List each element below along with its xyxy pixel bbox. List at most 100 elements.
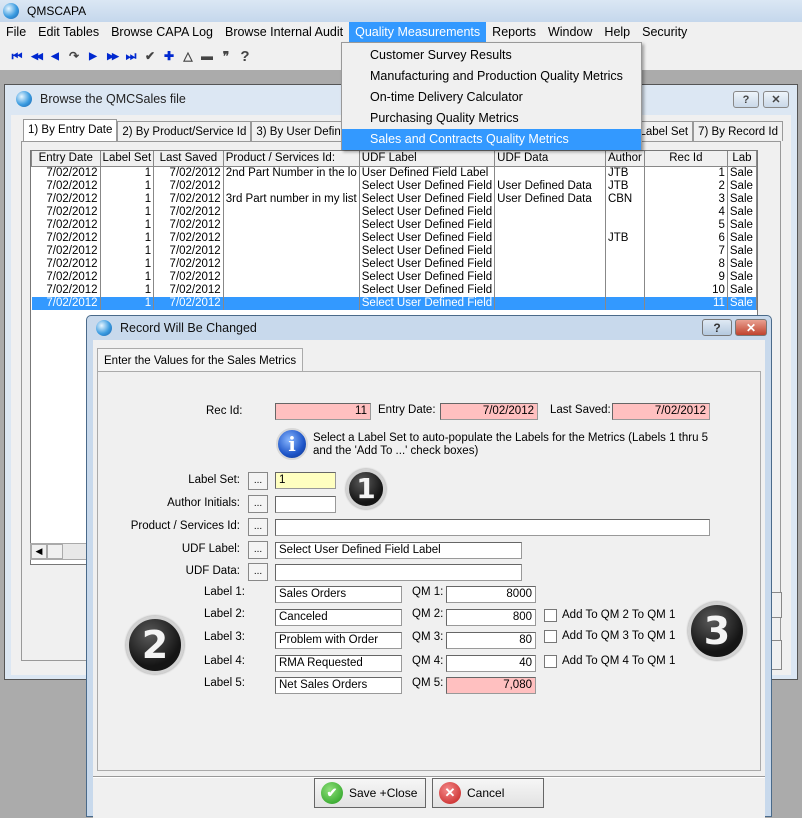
table-row[interactable]: 7/02/2012 1 7/02/2012 Select User Defined F…	[31, 179, 757, 193]
tab-sales-metrics[interactable]: Enter the Values for the Sales Metrics	[97, 348, 304, 372]
table-row[interactable]: 7/02/2012 1 7/02/2012 Select User Defined F…	[31, 296, 757, 310]
add-qm2-checkbox[interactable]	[544, 609, 557, 622]
menu-browse-capa-log[interactable]: Browse CAPA Log	[105, 22, 219, 42]
previous-record-icon[interactable]: ◀	[46, 46, 64, 66]
column-header[interactable]: UDF Data	[494, 151, 606, 167]
qm-4-field[interactable]: 40	[446, 655, 536, 672]
table-row[interactable]: 7/02/2012 1 7/02/2012 Select User Defined F…	[31, 270, 757, 284]
label-2-field[interactable]: Canceled	[275, 609, 402, 626]
add-qm3-checkbox[interactable]	[544, 630, 557, 643]
browse-close-button[interactable]: ✕	[763, 91, 789, 108]
table-cell: Sale	[727, 296, 757, 310]
menu-item-sales-contracts-quality-metrics[interactable]: Sales and Contracts Quality Metrics	[342, 129, 641, 150]
add-qm4-checkbox[interactable]	[544, 655, 557, 668]
qm-2-field[interactable]: 800	[446, 609, 536, 626]
product-services-id-label: Product / Services Id:	[130, 520, 240, 532]
browse-help-button[interactable]: ?	[733, 91, 759, 108]
page-forward-icon[interactable]: ▶▶	[103, 46, 121, 66]
table-cell: JTB	[605, 166, 645, 180]
table-cell	[494, 205, 606, 219]
app-titlebar: QMSCAPA	[0, 0, 802, 22]
label-3-field[interactable]: Problem with Order	[275, 632, 402, 649]
page-back-icon[interactable]: ◀◀	[27, 46, 45, 66]
add-icon[interactable]: ✚	[160, 46, 178, 66]
table-cell: 11	[644, 296, 728, 310]
table-cell	[223, 257, 360, 271]
label-set-field[interactable]: 1	[275, 472, 336, 489]
save-close-button[interactable]: ✔ Save +Close	[314, 778, 426, 808]
qm-3-field[interactable]: 80	[446, 632, 536, 649]
remove-icon[interactable]: ▬	[198, 46, 216, 66]
column-header[interactable]: UDF Label	[358, 151, 496, 167]
help-icon[interactable]: ?	[236, 46, 254, 66]
column-header[interactable]: Entry Date	[31, 151, 101, 167]
last-record-icon[interactable]: ⏭	[122, 46, 140, 66]
udf-data-field[interactable]	[275, 564, 522, 581]
quote-icon[interactable]: ❞	[217, 46, 235, 66]
last-saved-field: 7/02/2012	[612, 403, 710, 420]
dialog-help-button[interactable]: ?	[702, 319, 732, 336]
table-cell: 7/02/2012	[31, 244, 101, 258]
menu-item-customer-survey-results[interactable]: Customer Survey Results	[342, 45, 641, 66]
column-header[interactable]: Last Saved	[153, 151, 224, 167]
menu-file[interactable]: File	[0, 22, 32, 42]
column-header[interactable]: Product / Services Id:	[222, 151, 360, 167]
table-cell: 7/02/2012	[153, 244, 224, 258]
column-header[interactable]: Rec Id	[643, 151, 728, 167]
scroll-left-icon[interactable]: ◀	[31, 544, 47, 559]
cancel-button[interactable]: ✕ Cancel	[432, 778, 544, 808]
author-initials-field[interactable]	[275, 496, 336, 513]
menu-item-manufacturing-production-metrics[interactable]: Manufacturing and Production Quality Met…	[342, 66, 641, 87]
menu-item-on-time-delivery-calculator[interactable]: On-time Delivery Calculator	[342, 87, 641, 108]
table-cell: 7	[644, 244, 728, 258]
scroll-thumb[interactable]	[47, 544, 63, 559]
tab-by-product-service-id[interactable]: 2) By Product/Service Id	[117, 121, 252, 141]
first-record-icon[interactable]: ⏮	[8, 46, 26, 66]
product-lookup-button[interactable]: ...	[248, 518, 268, 536]
next-record-icon[interactable]: ▶	[84, 46, 102, 66]
udf-label-lookup-button[interactable]: ...	[248, 541, 268, 559]
table-row[interactable]: 7/02/2012 1 7/02/2012 Select User Defined F…	[31, 244, 757, 258]
table-cell: 1	[100, 296, 155, 310]
column-header[interactable]: Lab	[726, 151, 757, 167]
product-services-id-field[interactable]	[275, 519, 710, 536]
triangle-icon[interactable]: △	[179, 46, 197, 66]
menu-help[interactable]: Help	[598, 22, 636, 42]
menu-edit-tables[interactable]: Edit Tables	[32, 22, 105, 42]
browse-tabs: 1) By Entry Date 2) By Product/Service I…	[23, 119, 372, 141]
menu-window[interactable]: Window	[542, 22, 598, 42]
table-row[interactable]: 7/02/2012 1 7/02/2012 Select User Defined F…	[31, 231, 757, 245]
table-cell	[494, 283, 606, 297]
menu-browse-internal-audit[interactable]: Browse Internal Audit	[219, 22, 349, 42]
menu-reports[interactable]: Reports	[486, 22, 542, 42]
tab-by-entry-date[interactable]: 1) By Entry Date	[23, 119, 118, 141]
column-header[interactable]: Author	[604, 151, 645, 167]
menu-security[interactable]: Security	[636, 22, 693, 42]
label-5-field[interactable]: Net Sales Orders	[275, 677, 402, 694]
dialog-close-button[interactable]: ✕	[735, 319, 767, 336]
udf-label-field[interactable]: Select User Defined Field Label	[275, 542, 522, 559]
qm-5-field: 7,080	[446, 677, 536, 694]
table-row[interactable]: 7/02/2012 1 7/02/2012 3rd Part number in my…	[31, 192, 757, 206]
table-row[interactable]: 7/02/2012 1 7/02/2012 Select User Defined F…	[31, 205, 757, 219]
table-row[interactable]: 7/02/2012 1 7/02/2012 Select User Defined F…	[31, 257, 757, 271]
qm-1-field[interactable]: 8000	[446, 586, 536, 603]
udf-data-lookup-button[interactable]: ...	[248, 563, 268, 581]
check-icon[interactable]: ✔	[141, 46, 159, 66]
label-4-field[interactable]: RMA Requested	[275, 655, 402, 672]
column-header[interactable]: Label Set	[99, 151, 155, 167]
table-row[interactable]: 7/02/2012 1 7/02/2012 2nd Part Number in th…	[31, 166, 757, 180]
table-cell: Sale	[727, 244, 757, 258]
table-cell	[494, 244, 606, 258]
menu-quality-measurements[interactable]: Quality Measurements	[349, 22, 487, 42]
label-1-field[interactable]: Sales Orders	[275, 586, 402, 603]
label-set-lookup-button[interactable]: ...	[248, 472, 268, 490]
table-row[interactable]: 7/02/2012 1 7/02/2012 Select User Defined F…	[31, 283, 757, 297]
table-row[interactable]: 7/02/2012 1 7/02/2012 Select User Defined F…	[31, 218, 757, 232]
refresh-icon[interactable]: ↷	[65, 46, 83, 66]
table-cell: Select User Defined Field	[359, 192, 496, 206]
table-cell: 7/02/2012	[31, 179, 101, 193]
menu-item-purchasing-quality-metrics[interactable]: Purchasing Quality Metrics	[342, 108, 641, 129]
tab-by-record-id[interactable]: 7) By Record Id	[693, 121, 783, 141]
author-lookup-button[interactable]: ...	[248, 495, 268, 513]
